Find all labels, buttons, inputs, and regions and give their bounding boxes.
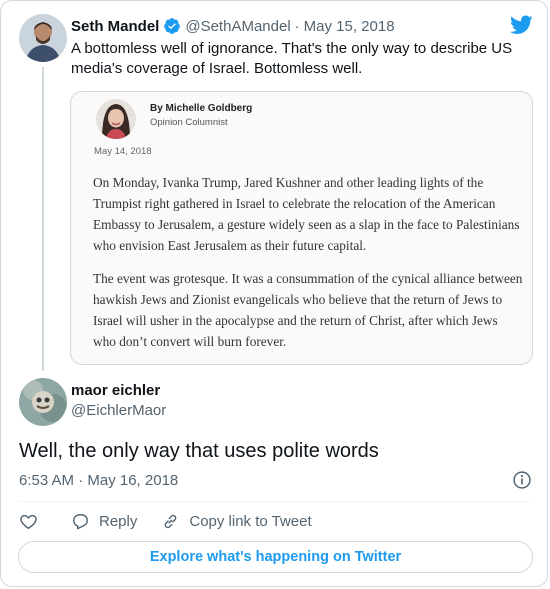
tweet-card: Seth Mandel @SethAMandel · May 15, 2018 … — [0, 0, 548, 587]
heart-icon — [20, 514, 37, 529]
article-date: May 14, 2018 — [94, 146, 152, 157]
author-name[interactable]: Seth Mandel — [71, 18, 159, 35]
reply-author-handle[interactable]: @EichlerMaor — [71, 402, 166, 419]
avatar-seth-mandel[interactable] — [19, 14, 67, 62]
reply-label: Reply — [99, 512, 138, 530]
article-paragraph: The event was grotesque. It was a consum… — [93, 271, 523, 349]
thread-line — [42, 67, 44, 371]
explore-twitter-button[interactable]: Explore what's happening on Twitter — [18, 541, 533, 573]
reply-button[interactable]: Reply — [71, 512, 137, 531]
article-paragraph: On Monday, Ivanka Trump, Jared Kushner a… — [93, 175, 520, 253]
article-author-role: Opinion Columnist — [150, 117, 228, 128]
parent-tweet-text: A bottomless well of ignorance. That's t… — [71, 40, 513, 77]
author-photo — [96, 99, 136, 139]
reply-icon — [73, 513, 88, 529]
embedded-article-image[interactable]: By Michelle Goldberg Opinion Columnist M… — [70, 91, 533, 365]
verified-badge-icon — [163, 17, 181, 35]
copy-link-label: Copy link to Tweet — [189, 512, 312, 530]
like-button[interactable] — [19, 512, 38, 531]
copy-link-button[interactable]: Copy link to Tweet — [161, 512, 312, 531]
parent-tweet-header: Seth Mandel @SethAMandel · May 15, 2018 — [71, 16, 395, 36]
divider — [19, 501, 531, 502]
reply-tweet-text: Well, the only way that uses polite word… — [19, 440, 379, 462]
reply-timestamp[interactable]: 6:53 AM · May 16, 2018 — [19, 471, 178, 491]
reply-author-name[interactable]: maor eichler — [71, 382, 160, 399]
article-byline: By Michelle Goldberg — [150, 103, 253, 114]
tweet-actions: Reply Copy link to Tweet — [19, 511, 312, 531]
tweet-date[interactable]: May 15, 2018 — [304, 18, 395, 35]
info-icon[interactable] — [512, 470, 532, 490]
twitter-bird-icon[interactable] — [510, 15, 533, 35]
avatar-maor-eichler[interactable] — [19, 378, 67, 426]
separator: · — [294, 17, 300, 35]
author-handle[interactable]: @SethAMandel — [185, 18, 290, 35]
link-icon — [165, 514, 177, 528]
